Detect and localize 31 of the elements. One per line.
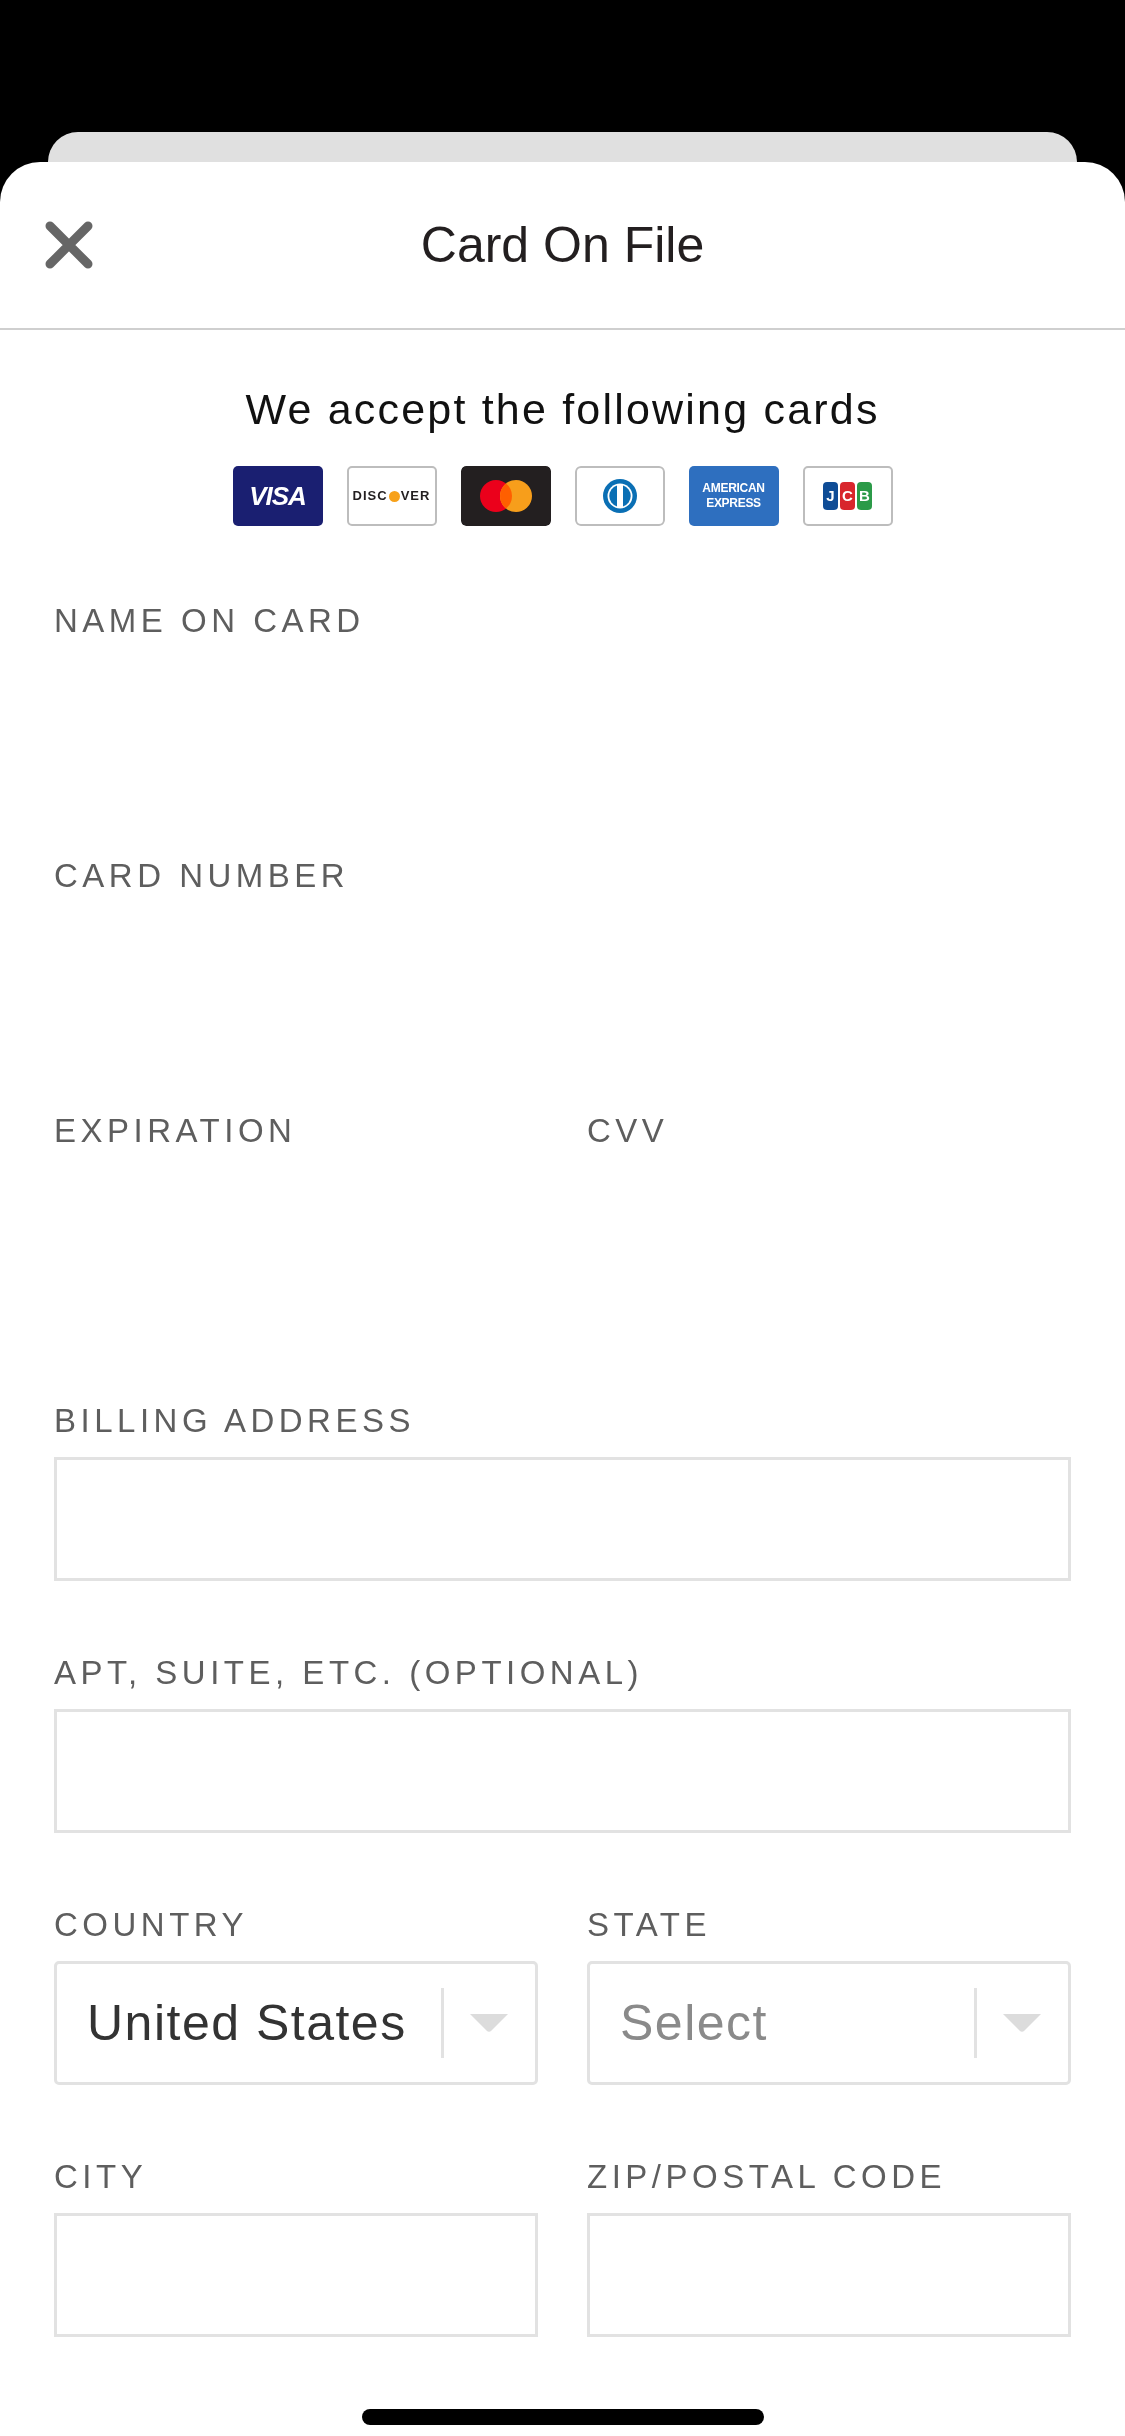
close-icon [44, 220, 94, 270]
overlapping-circles-icon [460, 466, 551, 526]
dropdown-field[interactable]: United States [54, 1961, 538, 2085]
caret-icon [470, 2014, 508, 2032]
field-label: CITY [54, 2157, 148, 2197]
sheet-title: Card On File [420, 216, 705, 275]
card-logo: AMERICAN EXPRESS [688, 466, 779, 526]
field-label: CVV [587, 1111, 669, 1151]
card-logo: VISA [232, 466, 323, 526]
field-label: BILLING ADDRESS [54, 1401, 415, 1441]
field-label: APT, SUITE, ETC. (OPTIONAL) [54, 1653, 644, 1693]
dot-icon [388, 490, 400, 502]
logo-text: VER [400, 487, 431, 506]
field-label: CARD NUMBER [54, 856, 350, 896]
field-label: COUNTRY [54, 1905, 249, 1945]
input-field[interactable] [54, 1709, 1071, 1833]
logo-letter: C [840, 482, 855, 510]
input-field[interactable] [54, 1457, 1071, 1581]
logo-letter: J [823, 482, 838, 510]
field-label: STATE [587, 1905, 711, 1945]
field-label: EXPIRATION [54, 1111, 297, 1151]
input-field[interactable] [587, 2213, 1071, 2337]
input-field[interactable] [54, 2213, 538, 2337]
accepted-cards-heading: We accept the following cards [245, 386, 880, 432]
ring-emblem-icon [574, 466, 665, 526]
field-label: NAME ON CARD [54, 601, 365, 641]
logo-letter: B [857, 482, 872, 510]
close-button[interactable] [44, 220, 94, 270]
field-label: ZIP/POSTAL CODE [587, 2157, 947, 2197]
caret-icon [1003, 2014, 1041, 2032]
logo-text: DISC [352, 487, 388, 506]
